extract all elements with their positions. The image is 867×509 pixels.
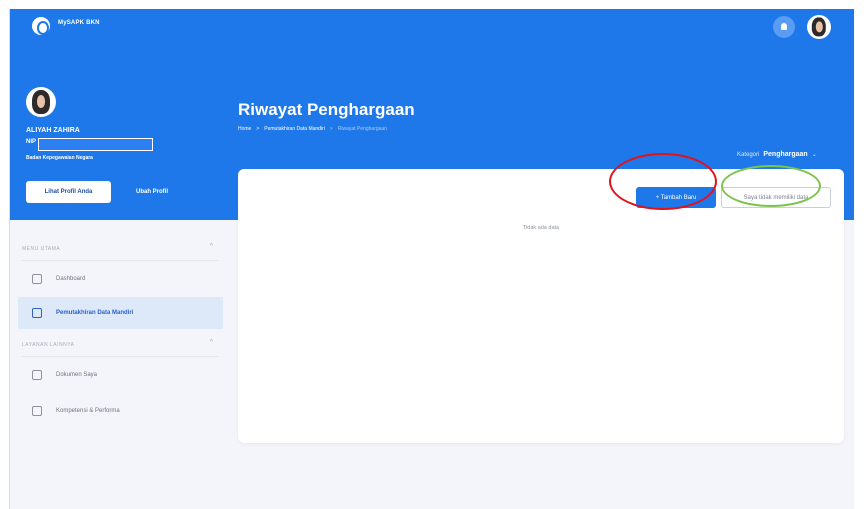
user-name: ALIYAH ZAHIRA bbox=[26, 127, 80, 134]
sidebar: MENU UTAMA ^ Dashboard Pemutakhiran Data… bbox=[10, 233, 223, 429]
sidebar-item-data-update[interactable]: Pemutakhiran Data Mandiri bbox=[18, 297, 223, 329]
profile-avatar bbox=[26, 87, 56, 117]
user-avatar-icon[interactable] bbox=[807, 15, 831, 39]
app-title: MySAPK BKN bbox=[58, 20, 100, 26]
edit-profile-button[interactable]: Ubah Profil bbox=[122, 181, 182, 203]
content-card: + Tambah Baru Saya tidak memiliki data T… bbox=[238, 169, 844, 443]
chevron-down-icon: ⌄ bbox=[811, 152, 817, 158]
section-heading: MENU UTAMA bbox=[22, 246, 61, 252]
breadcrumb: Home > Pemutakhiran Data Mandiri > Riway… bbox=[238, 126, 387, 132]
breadcrumb-data-update[interactable]: Pemutakhiran Data Mandiri bbox=[264, 126, 325, 132]
sidebar-item-competence[interactable]: Kompetensi & Performa bbox=[10, 393, 223, 429]
breadcrumb-separator: > bbox=[329, 126, 333, 132]
app-window: MySAPK BKN ALIYAH ZAHIRA NIP Badan Kepeg… bbox=[9, 9, 854, 509]
chevron-up-icon[interactable]: ^ bbox=[210, 339, 213, 346]
agency-name: Badan Kepegawaian Negara bbox=[26, 155, 93, 161]
section-heading: LAYANAN LAINNYA bbox=[22, 342, 75, 348]
category-label: Kategori bbox=[737, 151, 760, 158]
sidebar-item-documents[interactable]: Dokumen Saya bbox=[10, 357, 223, 393]
green-highlight-circle bbox=[721, 165, 821, 207]
nip-label: NIP bbox=[26, 139, 37, 145]
sidebar-item-label: Pemutakhiran Data Mandiri bbox=[56, 310, 134, 316]
empty-state-text: Tidak ada data bbox=[522, 225, 560, 231]
red-highlight-circle bbox=[609, 153, 717, 210]
page-title: Riwayat Penghargaan bbox=[238, 100, 415, 119]
breadcrumb-current: Riwayat Penghargaan bbox=[337, 126, 387, 132]
sidebar-item-dashboard[interactable]: Dashboard bbox=[10, 261, 223, 297]
sidebar-item-label: Dokumen Saya bbox=[56, 372, 98, 378]
view-profile-button[interactable]: Lihat Profil Anda bbox=[26, 181, 111, 203]
bell-icon[interactable] bbox=[773, 16, 795, 38]
category-dropdown[interactable]: Kategori Penghargaan ⌄ bbox=[737, 151, 817, 158]
category-value: Penghargaan bbox=[763, 151, 808, 158]
folder-icon bbox=[32, 370, 42, 380]
sidebar-item-label: Kompetensi & Performa bbox=[56, 408, 120, 414]
nip-redacted-box bbox=[38, 138, 153, 151]
app-logo-icon[interactable] bbox=[32, 17, 50, 35]
dashboard-icon bbox=[32, 274, 42, 284]
sidebar-section-main[interactable]: MENU UTAMA ^ bbox=[22, 233, 218, 261]
chevron-up-icon[interactable]: ^ bbox=[210, 243, 213, 250]
grid-icon bbox=[32, 406, 42, 416]
document-edit-icon bbox=[32, 308, 42, 318]
top-navbar: MySAPK BKN bbox=[10, 9, 854, 45]
breadcrumb-home[interactable]: Home bbox=[238, 126, 251, 132]
sidebar-section-other[interactable]: LAYANAN LAINNYA ^ bbox=[22, 329, 218, 357]
breadcrumb-separator: > bbox=[256, 126, 260, 132]
sidebar-item-label: Dashboard bbox=[56, 276, 86, 282]
